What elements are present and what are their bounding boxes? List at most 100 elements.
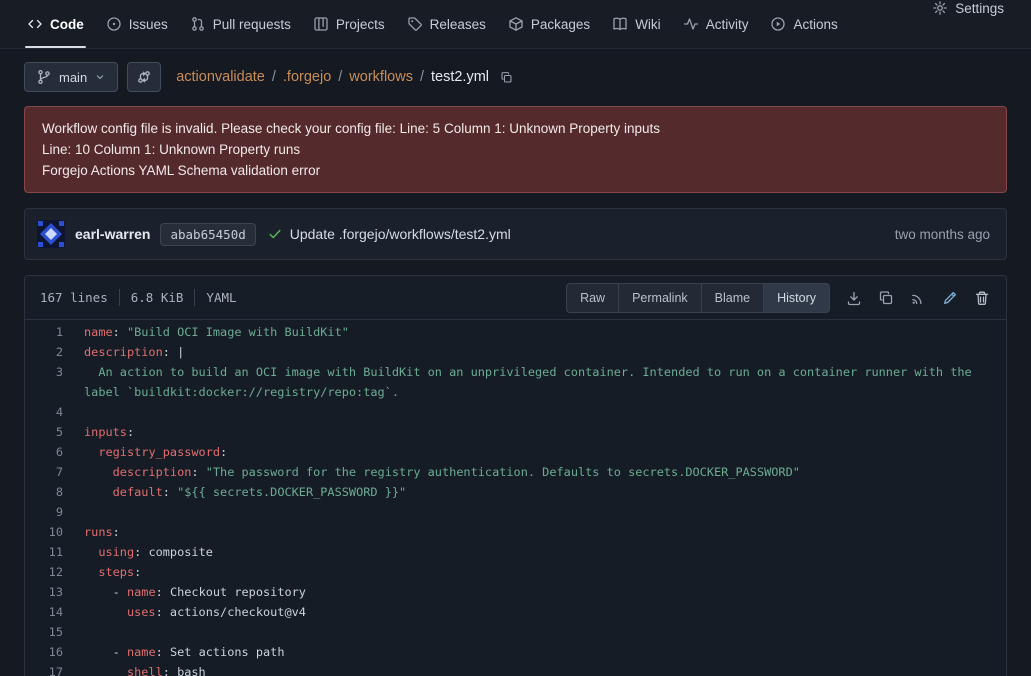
line-content: steps: xyxy=(77,562,1006,582)
commit-author-avatar[interactable] xyxy=(37,220,65,248)
releases-icon xyxy=(407,16,423,32)
copy-content-button[interactable] xyxy=(870,283,902,313)
file-path-bar: main actionvalidate/.forgejo/workflows/t… xyxy=(24,61,1007,93)
repo-tabs: Code IssuesPull requests Projects Releases P… xyxy=(16,0,849,48)
edit-file-button[interactable] xyxy=(934,283,966,313)
tab-releases[interactable]: Releases xyxy=(396,0,497,48)
line-number[interactable]: 6 xyxy=(25,442,77,462)
branch-selector[interactable]: main xyxy=(24,62,118,92)
check-icon[interactable] xyxy=(268,227,282,241)
blame-button[interactable]: Blame xyxy=(701,283,763,313)
chevron-down-icon xyxy=(94,71,106,83)
line-number[interactable]: 12 xyxy=(25,562,77,582)
line-number[interactable]: 7 xyxy=(25,462,77,482)
code-line: 14 uses: actions/checkout@v4 xyxy=(25,602,1006,622)
commit-hash-badge[interactable]: abab65450d xyxy=(160,223,255,246)
tab-activity[interactable]: Activity xyxy=(672,0,760,48)
commit-time: two months ago xyxy=(895,227,994,242)
file-view: 167 lines 6.8 KiB YAML RawPermalinkBlame… xyxy=(24,275,1007,676)
line-number[interactable]: 3 xyxy=(25,362,77,402)
tab-label: Actions xyxy=(793,17,837,32)
rss-feed-button[interactable] xyxy=(902,283,934,313)
activity-icon xyxy=(683,16,699,32)
pencil-icon xyxy=(942,290,958,306)
history-button[interactable]: History xyxy=(763,283,830,313)
line-content: description: | xyxy=(77,342,1006,362)
tab-label: Projects xyxy=(336,17,385,32)
error-line: Forgejo Actions YAML Schema validation e… xyxy=(42,160,989,181)
tab-wiki[interactable]: Wiki xyxy=(601,0,672,48)
rss-icon xyxy=(910,290,926,306)
copy-path-button[interactable] xyxy=(498,69,515,86)
compare-button[interactable] xyxy=(127,62,161,92)
delete-file-button[interactable] xyxy=(966,283,998,313)
tab-settings[interactable]: Settings xyxy=(921,0,1015,16)
line-content: using: composite xyxy=(77,542,1006,562)
copy-icon xyxy=(878,290,894,306)
commit-message[interactable]: Update .forgejo/workflows/test2.yml xyxy=(290,226,511,242)
file-language: YAML xyxy=(206,290,236,305)
code-view: 1name: "Build OCI Image with BuildKit"2d… xyxy=(25,320,1006,676)
tab-actions[interactable]: Actions xyxy=(759,0,848,48)
code-line: 3 An action to build an OCI image with B… xyxy=(25,362,1006,402)
line-number[interactable]: 11 xyxy=(25,542,77,562)
code-line: 16 - name: Set actions path xyxy=(25,642,1006,662)
breadcrumb-link[interactable]: actionvalidate xyxy=(176,69,265,85)
error-banner: Workflow config file is invalid. Please … xyxy=(24,106,1007,193)
breadcrumb-separator: / xyxy=(272,69,276,85)
line-number[interactable]: 9 xyxy=(25,502,77,522)
line-number[interactable]: 17 xyxy=(25,662,77,676)
download-button[interactable] xyxy=(838,283,870,313)
line-number[interactable]: 15 xyxy=(25,622,77,642)
breadcrumb-separator: / xyxy=(338,69,342,85)
line-content: - name: Set actions path xyxy=(77,642,1006,662)
line-number[interactable]: 16 xyxy=(25,642,77,662)
breadcrumb-link[interactable]: .forgejo xyxy=(283,69,331,85)
line-number[interactable]: 10 xyxy=(25,522,77,542)
latest-commit-bar: earl-warren abab65450d Update .forgejo/w… xyxy=(24,208,1007,260)
line-content: default: "${{ secrets.DOCKER_PASSWORD }}… xyxy=(77,482,1006,502)
nav-right: Settings xyxy=(921,0,1015,48)
line-number[interactable]: 1 xyxy=(25,322,77,342)
divider xyxy=(119,289,120,306)
git-branch-icon xyxy=(36,69,52,85)
permalink-button[interactable]: Permalink xyxy=(618,283,701,313)
line-number[interactable]: 4 xyxy=(25,402,77,422)
line-content xyxy=(77,622,1006,642)
tab-label: Releases xyxy=(430,17,486,32)
line-number[interactable]: 5 xyxy=(25,422,77,442)
tab-label: Code xyxy=(50,17,84,32)
code-line: 13 - name: Checkout repository xyxy=(25,582,1006,602)
tab-label: Packages xyxy=(531,17,590,32)
line-number[interactable]: 14 xyxy=(25,602,77,622)
tab-pull-requests[interactable]: Pull requests xyxy=(179,0,302,48)
line-content: name: "Build OCI Image with BuildKit" xyxy=(77,322,1006,342)
line-number[interactable]: 13 xyxy=(25,582,77,602)
commit-author[interactable]: earl-warren xyxy=(75,226,150,242)
code-line: 1name: "Build OCI Image with BuildKit" xyxy=(25,322,1006,342)
pull-request-icon xyxy=(190,16,206,32)
breadcrumb-separator: / xyxy=(420,69,424,85)
code-line: 4 xyxy=(25,402,1006,422)
line-content xyxy=(77,402,1006,422)
raw-button[interactable]: Raw xyxy=(566,283,618,313)
tab-packages[interactable]: Packages xyxy=(497,0,601,48)
code-line: 17 shell: bash xyxy=(25,662,1006,676)
line-number[interactable]: 2 xyxy=(25,342,77,362)
breadcrumb-link[interactable]: workflows xyxy=(349,69,413,85)
line-content: inputs: xyxy=(77,422,1006,442)
code-line: 8 default: "${{ secrets.DOCKER_PASSWORD … xyxy=(25,482,1006,502)
tab-label: Activity xyxy=(706,17,749,32)
tab-projects[interactable]: Projects xyxy=(302,0,396,48)
copy-icon xyxy=(500,71,513,84)
line-number[interactable]: 8 xyxy=(25,482,77,502)
code-line: 12 steps: xyxy=(25,562,1006,582)
tab-issues[interactable]: Issues xyxy=(95,0,179,48)
tab-code[interactable]: Code xyxy=(16,0,95,48)
actions-icon xyxy=(770,16,786,32)
code-line: 15 xyxy=(25,622,1006,642)
error-line: Workflow config file is invalid. Please … xyxy=(42,118,989,139)
identicon xyxy=(37,220,65,248)
line-content: shell: bash xyxy=(77,662,1006,676)
packages-icon xyxy=(508,16,524,32)
